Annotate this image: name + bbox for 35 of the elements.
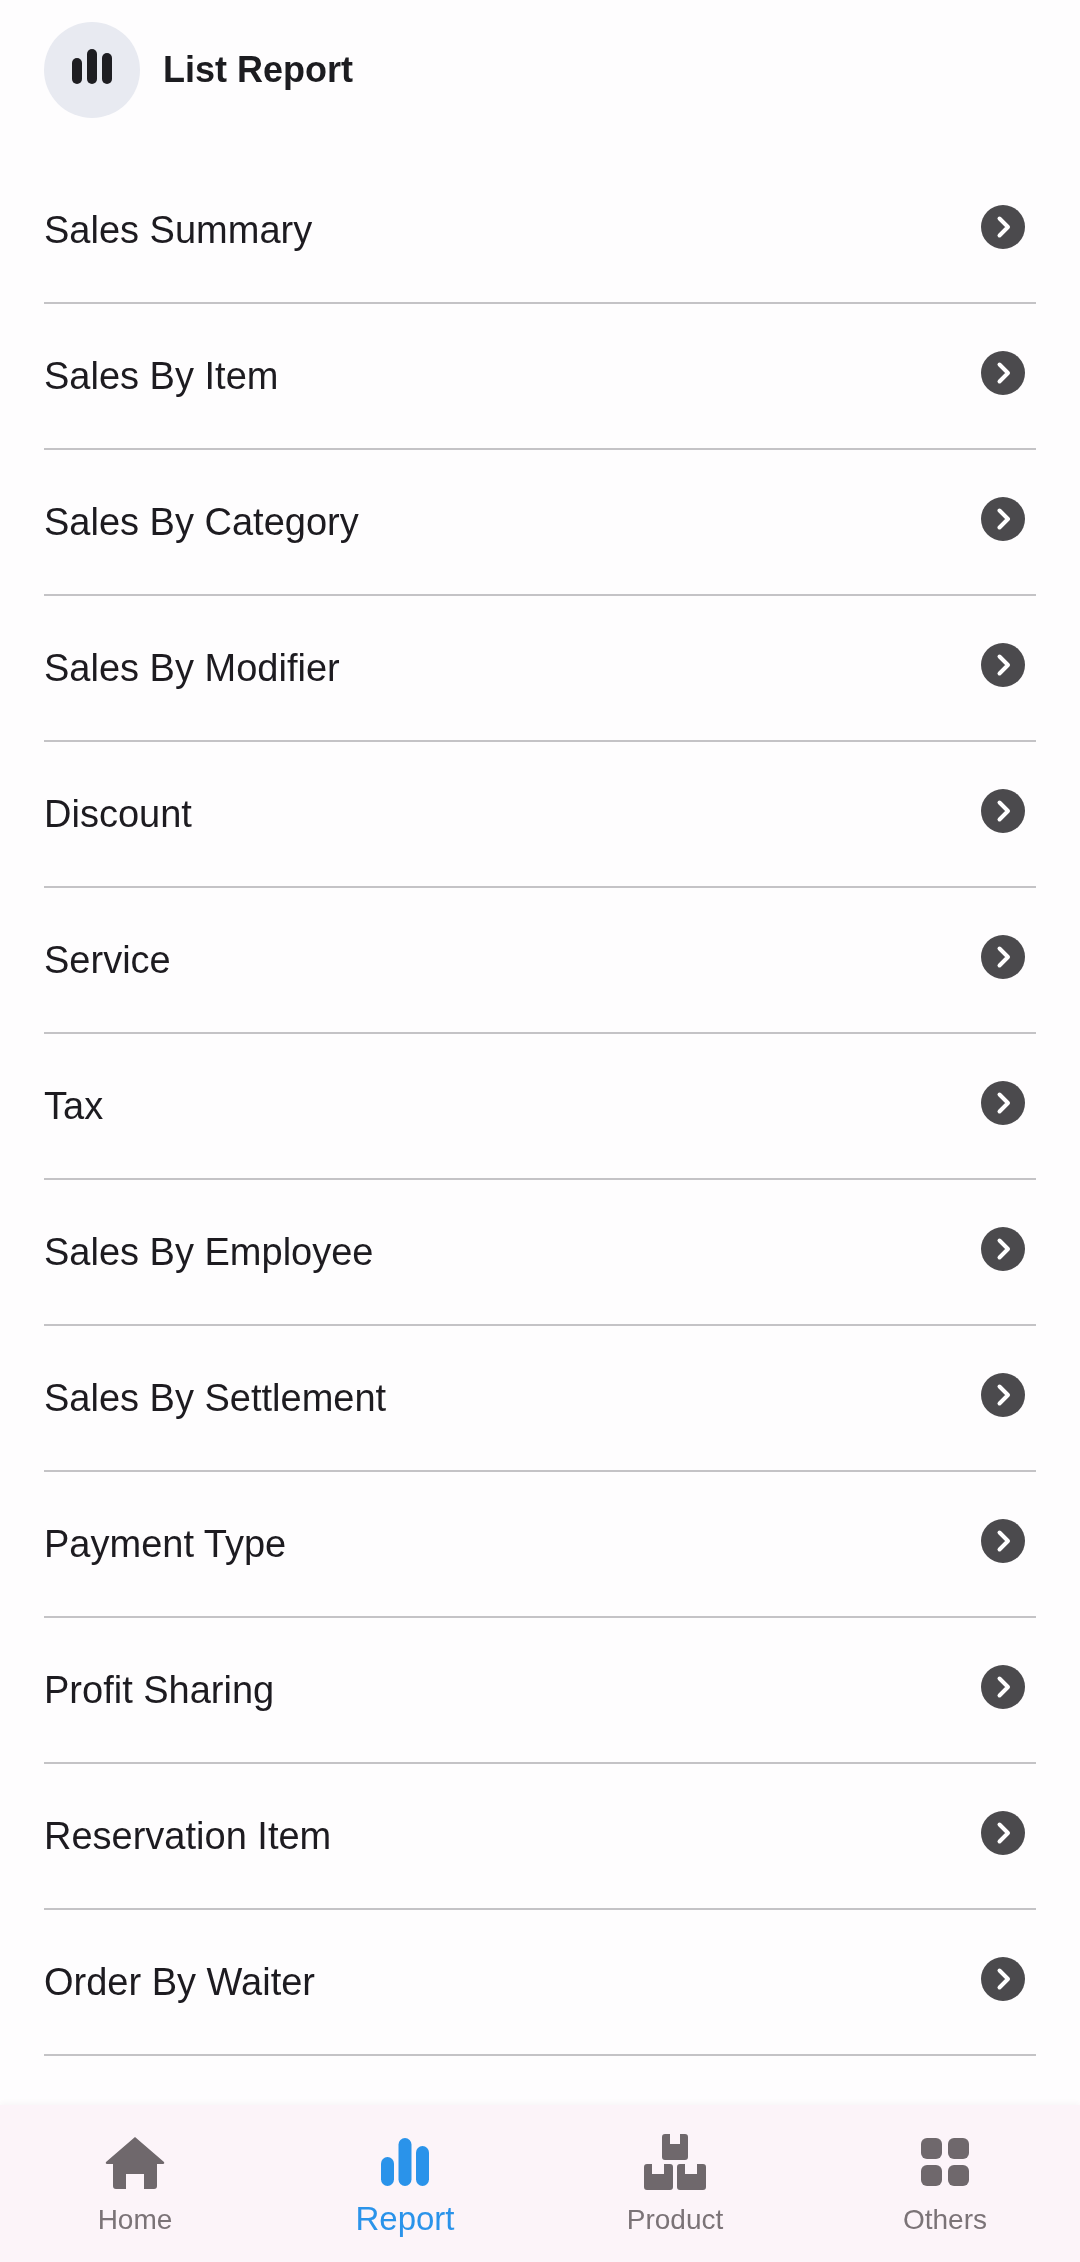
- report-list-item[interactable]: Reservation Item: [44, 1764, 1036, 1910]
- chevron-right-icon: [981, 205, 1025, 249]
- chevron-right-icon: [981, 1957, 1025, 2001]
- chevron-right-icon: [981, 1665, 1025, 1709]
- bar-chart-icon: [381, 2138, 429, 2186]
- report-list-item[interactable]: Sales By Settlement: [44, 1326, 1036, 1472]
- page-title: List Report: [163, 52, 353, 88]
- report-list-item[interactable]: Sales By Category: [44, 450, 1036, 596]
- report-list-item[interactable]: Sales By Item: [44, 304, 1036, 450]
- grid-icon: [921, 2138, 969, 2186]
- report-list-item[interactable]: Sales By Modifier: [44, 596, 1036, 742]
- report-list-item[interactable]: Sales Summary: [44, 158, 1036, 304]
- nav-tab[interactable]: Home: [97, 2105, 173, 2262]
- chevron-right-icon: [981, 1811, 1025, 1855]
- chevron-right-icon: [981, 1227, 1025, 1271]
- chevron-right-icon: [981, 789, 1025, 833]
- chevron-right-icon: [981, 935, 1025, 979]
- boxes-icon: [644, 2134, 706, 2190]
- chevron-right-icon: [981, 1519, 1025, 1563]
- nav-tab[interactable]: Product: [626, 2105, 724, 2262]
- bar-chart-icon: [44, 22, 140, 118]
- chevron-right-icon: [981, 1373, 1025, 1417]
- chevron-right-icon: [981, 643, 1025, 687]
- chevron-right-icon: [981, 497, 1025, 541]
- report-list-item[interactable]: Sales By Employee: [44, 1180, 1036, 1326]
- report-list-item[interactable]: Discount: [44, 742, 1036, 888]
- chevron-right-icon: [981, 1081, 1025, 1125]
- home-icon: [103, 2134, 167, 2190]
- report-list-item[interactable]: Order By Waiter: [44, 1910, 1036, 2056]
- report-list-item[interactable]: Tax: [44, 1034, 1036, 1180]
- nav-tab[interactable]: Others: [903, 2105, 987, 2262]
- chevron-right-icon: [981, 351, 1025, 395]
- report-list-item[interactable]: Payment Type: [44, 1472, 1036, 1618]
- report-list-item[interactable]: Service: [44, 888, 1036, 1034]
- report-list-item[interactable]: Profit Sharing: [44, 1618, 1036, 1764]
